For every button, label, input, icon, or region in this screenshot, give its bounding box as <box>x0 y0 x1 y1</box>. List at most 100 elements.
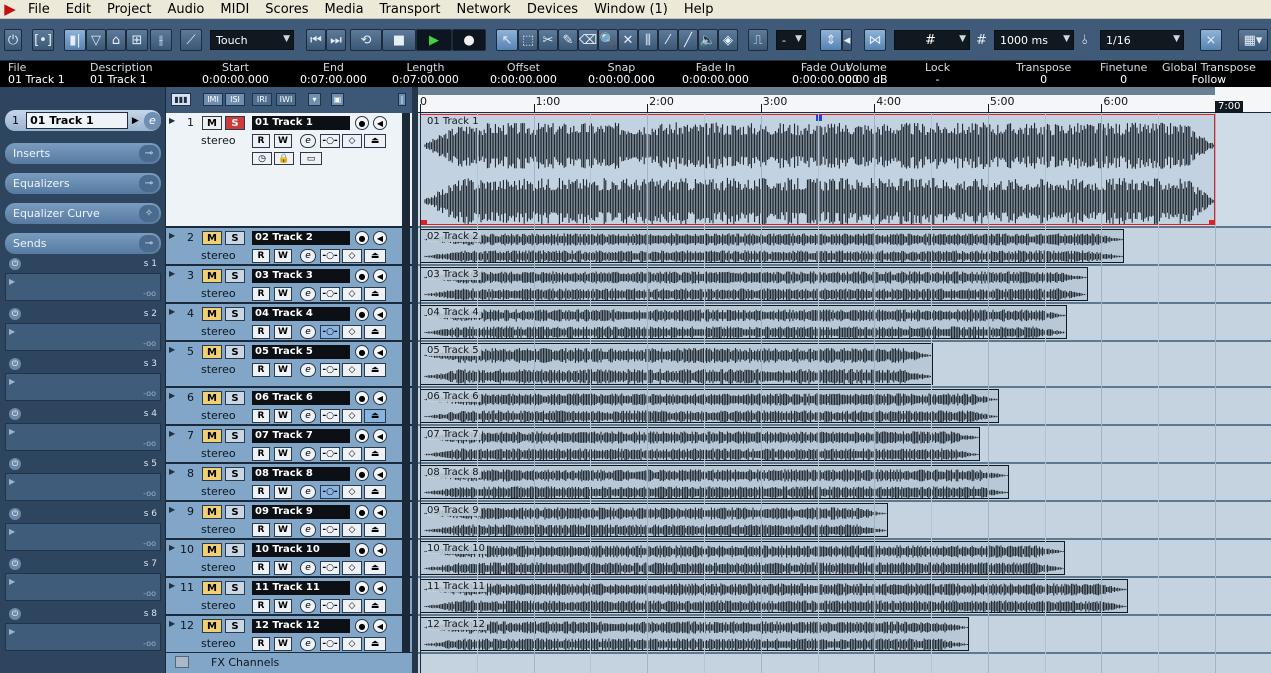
draw-line-tool-icon[interactable]: ╱ <box>678 29 698 51</box>
write-automation-button[interactable]: W <box>274 134 292 148</box>
track-header[interactable]: ▶ 3 M S 03 Track 3 ● ◀ stereo R We -○- ◇ ⏏ <box>166 266 412 304</box>
info-snap[interactable]: Snap 0:00:00.000 <box>588 62 655 86</box>
read-automation-button[interactable]: R <box>252 599 270 613</box>
eq-bypass-button[interactable]: ◇ <box>342 447 362 461</box>
track-name[interactable]: 07 Track 7 <box>252 429 350 443</box>
expand-icon[interactable]: ▶ <box>169 505 175 514</box>
track-name[interactable]: 05 Track 5 <box>252 345 350 359</box>
menu-scores[interactable]: Scores <box>257 2 316 17</box>
send-bypass-button[interactable]: ⏏ <box>364 523 386 537</box>
eq-bypass-button[interactable]: ◇ <box>342 249 362 263</box>
expand-icon[interactable]: ▶ <box>169 619 175 628</box>
mute-button[interactable]: M <box>202 543 222 557</box>
menu-network[interactable]: Network <box>449 2 519 17</box>
expand-icon[interactable]: ▶ <box>169 543 175 552</box>
lock-icon[interactable]: 🔒 <box>274 152 294 165</box>
write-automation-button[interactable]: W <box>274 363 292 377</box>
menu-project[interactable]: Project <box>99 2 159 17</box>
edit-channel-button[interactable]: e <box>300 287 316 301</box>
send-destination[interactable]: ▶ -oo <box>5 573 161 601</box>
audio-event[interactable]: 06 Track 6 <box>420 389 999 423</box>
track-name[interactable]: 08 Track 8 <box>252 467 350 481</box>
snap-mode-arrow-icon[interactable]: ◂ <box>842 29 852 51</box>
read-automation-button[interactable]: R <box>252 325 270 339</box>
write-automation-button[interactable]: W <box>274 325 292 339</box>
mute-button[interactable]: M <box>202 269 222 283</box>
solo-button[interactable]: S <box>225 429 245 443</box>
show-infoline-button[interactable]: ▽ <box>86 29 106 51</box>
audio-event[interactable]: 11 Track 11 <box>420 579 1128 613</box>
mute-button[interactable]: M <box>202 467 222 481</box>
send-bypass-button[interactable]: ⏏ <box>364 363 386 377</box>
eq-bypass-button[interactable]: ◇ <box>342 561 362 575</box>
monitor-button[interactable]: ◀ <box>373 581 387 595</box>
track-header[interactable]: ▶ 5 M S 05 Track 5 ● ◀ stereo R We -○- ◇ ⏏ <box>166 342 412 388</box>
zoom-tool-icon[interactable]: 🔍 <box>598 29 618 51</box>
record-enable-button[interactable]: ● <box>355 391 369 405</box>
eq-bypass-button[interactable]: ◇ <box>342 485 362 499</box>
menu-edit[interactable]: Edit <box>58 2 99 17</box>
send-bypass-button[interactable]: ⏏ <box>364 409 386 423</box>
mute-button[interactable]: M <box>202 429 222 443</box>
monitor-button[interactable]: ◀ <box>373 429 387 443</box>
track-header[interactable]: ▶ 7 M S 07 Track 7 ● ◀ stereo R We -○- ◇ ⏏ <box>166 426 412 464</box>
write-automation-button[interactable]: W <box>274 409 292 423</box>
write-automation-button[interactable]: W <box>274 599 292 613</box>
insert-bypass-button[interactable]: -○- <box>320 249 340 263</box>
solo-button[interactable]: S <box>225 543 245 557</box>
audio-event[interactable]: 02 Track 2 <box>420 229 1124 263</box>
open-mixer-button[interactable]: ⫲ <box>150 29 172 51</box>
eq-bypass-button[interactable]: ◇ <box>342 523 362 537</box>
snap-to-zero-button[interactable]: ⋈ <box>864 29 886 51</box>
mute-tool-icon[interactable]: ✕ <box>618 29 638 51</box>
snap-button[interactable]: ⇕ <box>820 29 842 51</box>
send-bypass-button[interactable]: ⏏ <box>364 485 386 499</box>
monitor-button[interactable]: ◀ <box>373 345 387 359</box>
power-icon[interactable]: ⏻ <box>9 308 21 320</box>
send-destination[interactable]: ▶ -oo <box>5 273 161 301</box>
track-name[interactable]: 11 Track 11 <box>252 581 350 595</box>
power-icon[interactable]: ⏻ <box>9 508 21 520</box>
activate-project-button[interactable]: ⏻ <box>4 29 22 51</box>
send-destination[interactable]: ▶ -oo <box>5 423 161 451</box>
open-pool-button[interactable]: ⊞ <box>126 29 148 51</box>
grid-type-select[interactable]: 1000 ms ▼ <box>994 30 1074 50</box>
write-automation-button[interactable]: W <box>274 249 292 263</box>
menu-midi[interactable]: MIDI <box>212 2 257 17</box>
go-to-end-icon[interactable]: ⏭ <box>326 29 346 51</box>
solo-button[interactable]: S <box>225 345 245 359</box>
cycle-button[interactable]: ⟲ <box>350 29 382 51</box>
send-slot[interactable]: ⏻ s 3 ▶ -oo <box>5 357 161 405</box>
menu-media[interactable]: Media <box>316 2 371 17</box>
stop-button[interactable]: ■ <box>382 29 416 51</box>
insert-bypass-button[interactable]: -○- <box>320 287 340 301</box>
info-offset[interactable]: Offset 0:00:00.000 <box>490 62 557 86</box>
read-automation-button[interactable]: R <box>252 447 270 461</box>
track-name[interactable]: 12 Track 12 <box>252 619 350 633</box>
fade-handle[interactable] <box>421 220 427 224</box>
info-start[interactable]: Start 0:00:00.000 <box>202 62 269 86</box>
track-header[interactable]: ▶ 2 M S 02 Track 2 ● ◀ stereo R We -○- ◇ ⏏ <box>166 228 412 266</box>
track-header[interactable]: ▶ 8 M S 08 Track 8 ● ◀ stereo R We -○- ◇ ⏏ <box>166 464 412 502</box>
solo-button[interactable]: S <box>225 231 245 245</box>
edit-channel-button[interactable]: e <box>300 249 316 263</box>
quantize-dash-select[interactable]: - ▼ <box>776 30 806 50</box>
send-slot[interactable]: ⏻ s 1 ▶ -oo <box>5 257 161 305</box>
audio-event[interactable]: 04 Track 4 <box>420 305 1067 339</box>
solo-button[interactable]: S <box>225 391 245 405</box>
crosshair-cursor-button[interactable]: ⨯ <box>1200 29 1222 51</box>
insert-bypass-button[interactable]: -○- <box>320 599 340 613</box>
track-settings-icon[interactable]: ▾ <box>308 93 321 106</box>
menu-devices[interactable]: Devices <box>519 2 586 17</box>
mute-button[interactable]: M <box>202 505 222 519</box>
record-enable-button[interactable]: ● <box>355 231 369 245</box>
record-enable-button[interactable]: ● <box>355 581 369 595</box>
mute-button[interactable]: M <box>202 307 222 321</box>
write-automation-button[interactable]: W <box>274 287 292 301</box>
send-destination[interactable]: ▶ -oo <box>5 323 161 351</box>
insert-bypass-button[interactable]: -○- <box>320 523 340 537</box>
timebase-icon[interactable]: ◷ <box>252 152 272 165</box>
solo-button[interactable]: S <box>225 269 245 283</box>
solo-button[interactable]: S <box>225 307 245 321</box>
send-slot[interactable]: ⏻ s 5 ▶ -oo <box>5 457 161 505</box>
